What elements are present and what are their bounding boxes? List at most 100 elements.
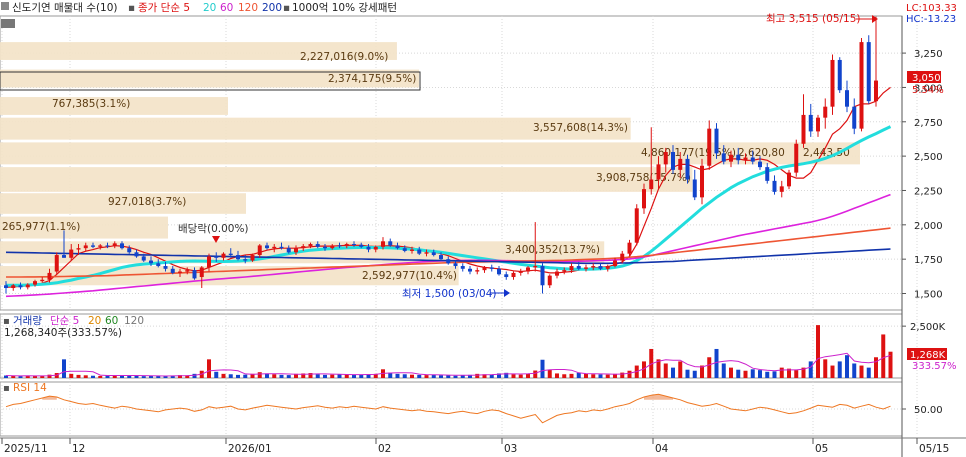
volume-bars-layer <box>4 325 893 378</box>
volume-bar <box>823 359 828 378</box>
volume-ma-60[interactable]: 60 <box>105 315 118 327</box>
volume-ma-20[interactable]: 20 <box>88 315 101 327</box>
stock-chart[interactable]: 2,227,016(9.0%) 2,374,175(9.5%) 767,385(3.… <box>0 0 966 457</box>
candle-body <box>547 275 552 286</box>
volume-bar <box>228 374 233 378</box>
candle-body <box>830 59 835 107</box>
volume-bar <box>410 374 414 378</box>
candle-body <box>156 263 161 267</box>
candle-body <box>533 266 538 268</box>
candle-body <box>199 267 204 278</box>
volume-bar <box>874 357 878 378</box>
candle-body <box>18 285 23 288</box>
candle-body <box>866 42 871 102</box>
collapse-icon[interactable] <box>1 19 15 28</box>
volume-bar <box>562 374 567 378</box>
volume-profile-label: 265,977(1.1%) <box>2 221 80 233</box>
candle-body <box>417 249 422 254</box>
candle-body <box>874 80 878 102</box>
close-ma-label[interactable]: 종가 단순 5 <box>138 2 190 14</box>
candle-body <box>837 59 842 91</box>
volume-ma-120[interactable]: 120 <box>124 315 144 327</box>
candle-body <box>424 252 429 254</box>
candle-body <box>511 272 516 278</box>
volume-bar <box>69 373 74 378</box>
candle-body <box>598 266 603 269</box>
date-tick-label: 04 <box>655 443 669 455</box>
ma-200-label[interactable]: 200 <box>262 2 282 14</box>
candle-body <box>859 42 864 129</box>
candle-body <box>591 266 596 268</box>
volume-bar <box>489 374 494 378</box>
pattern-label[interactable]: 1000억 10% 강세패턴 <box>292 2 397 14</box>
candle-body <box>366 246 371 250</box>
low-arrow-head <box>504 289 510 297</box>
candle-body <box>402 248 407 251</box>
ma-20-label[interactable]: 20 <box>203 2 216 14</box>
volume-bar <box>678 361 683 378</box>
ma-120-label[interactable]: 120 <box>238 2 258 14</box>
candle-body <box>489 267 494 269</box>
candle-body <box>286 248 291 253</box>
candle-body <box>656 164 661 180</box>
volume-pct-tag: 333.57% <box>912 361 957 372</box>
volume-bar <box>402 374 407 378</box>
candle-body <box>750 157 755 162</box>
candle-body <box>562 270 567 272</box>
rsi-tick-label: 50.00 <box>914 405 943 416</box>
volume-bar <box>707 357 712 378</box>
volume-bar <box>859 365 864 378</box>
candle-body <box>185 270 190 272</box>
candle-body <box>845 90 849 107</box>
volume-bar <box>192 373 197 378</box>
volume-bar <box>453 375 458 378</box>
volume-bar <box>330 374 335 378</box>
price-tick-label: 3,250 <box>914 49 943 60</box>
volume-bar <box>62 359 66 378</box>
candle-body <box>373 246 378 250</box>
candle-body <box>460 266 465 269</box>
candle-body <box>236 255 240 260</box>
volume-ma-line <box>5 352 891 377</box>
high-annotation: 최고 3,515 (05/15) <box>766 13 861 25</box>
ma-60-label[interactable]: 60 <box>220 2 233 14</box>
rsi-title[interactable]: RSI 14 <box>13 382 47 394</box>
candle-body <box>576 266 581 269</box>
candle-body <box>620 253 625 261</box>
volume-bar <box>526 373 530 378</box>
candle-body <box>613 260 617 267</box>
candle-body <box>446 259 451 264</box>
candle-body <box>381 241 385 247</box>
price-tick-label: 2,500 <box>914 152 943 163</box>
lc-value: LC:103.33 <box>906 3 957 14</box>
candle-body <box>794 143 799 173</box>
candle-body <box>388 241 393 246</box>
price-tick-label: 2,000 <box>914 221 943 232</box>
candle-body <box>83 245 88 249</box>
volume-bar <box>569 373 574 378</box>
volume-bar <box>352 374 356 378</box>
stock-label[interactable]: 신도기연 매물대 수(10) <box>12 2 118 14</box>
volume-profile-label: 767,385(3.1%) <box>52 98 130 110</box>
volume-bar <box>779 367 784 378</box>
volume-bar <box>243 374 248 378</box>
candle-body <box>453 263 458 267</box>
candle-body <box>243 259 248 261</box>
volume-bar <box>127 375 132 378</box>
volume-ma-label[interactable]: 단순 5 <box>50 315 79 327</box>
candle-body <box>337 245 342 247</box>
volume-bar <box>540 359 545 378</box>
volume-bar <box>417 374 422 378</box>
volume-bar <box>475 373 480 378</box>
candle-body <box>40 279 45 282</box>
volume-bar <box>207 359 211 378</box>
candle-body <box>801 114 806 144</box>
volume-profile-label: 2,592,977(10.4%) <box>362 270 457 282</box>
candle-body <box>787 172 791 187</box>
volume-title[interactable]: 거래량 <box>13 315 42 327</box>
candle-body <box>692 179 697 198</box>
candle-body <box>301 246 306 249</box>
candle-body <box>163 266 168 269</box>
volume-bar <box>257 372 262 378</box>
panel-menu-icon[interactable] <box>1 2 9 10</box>
